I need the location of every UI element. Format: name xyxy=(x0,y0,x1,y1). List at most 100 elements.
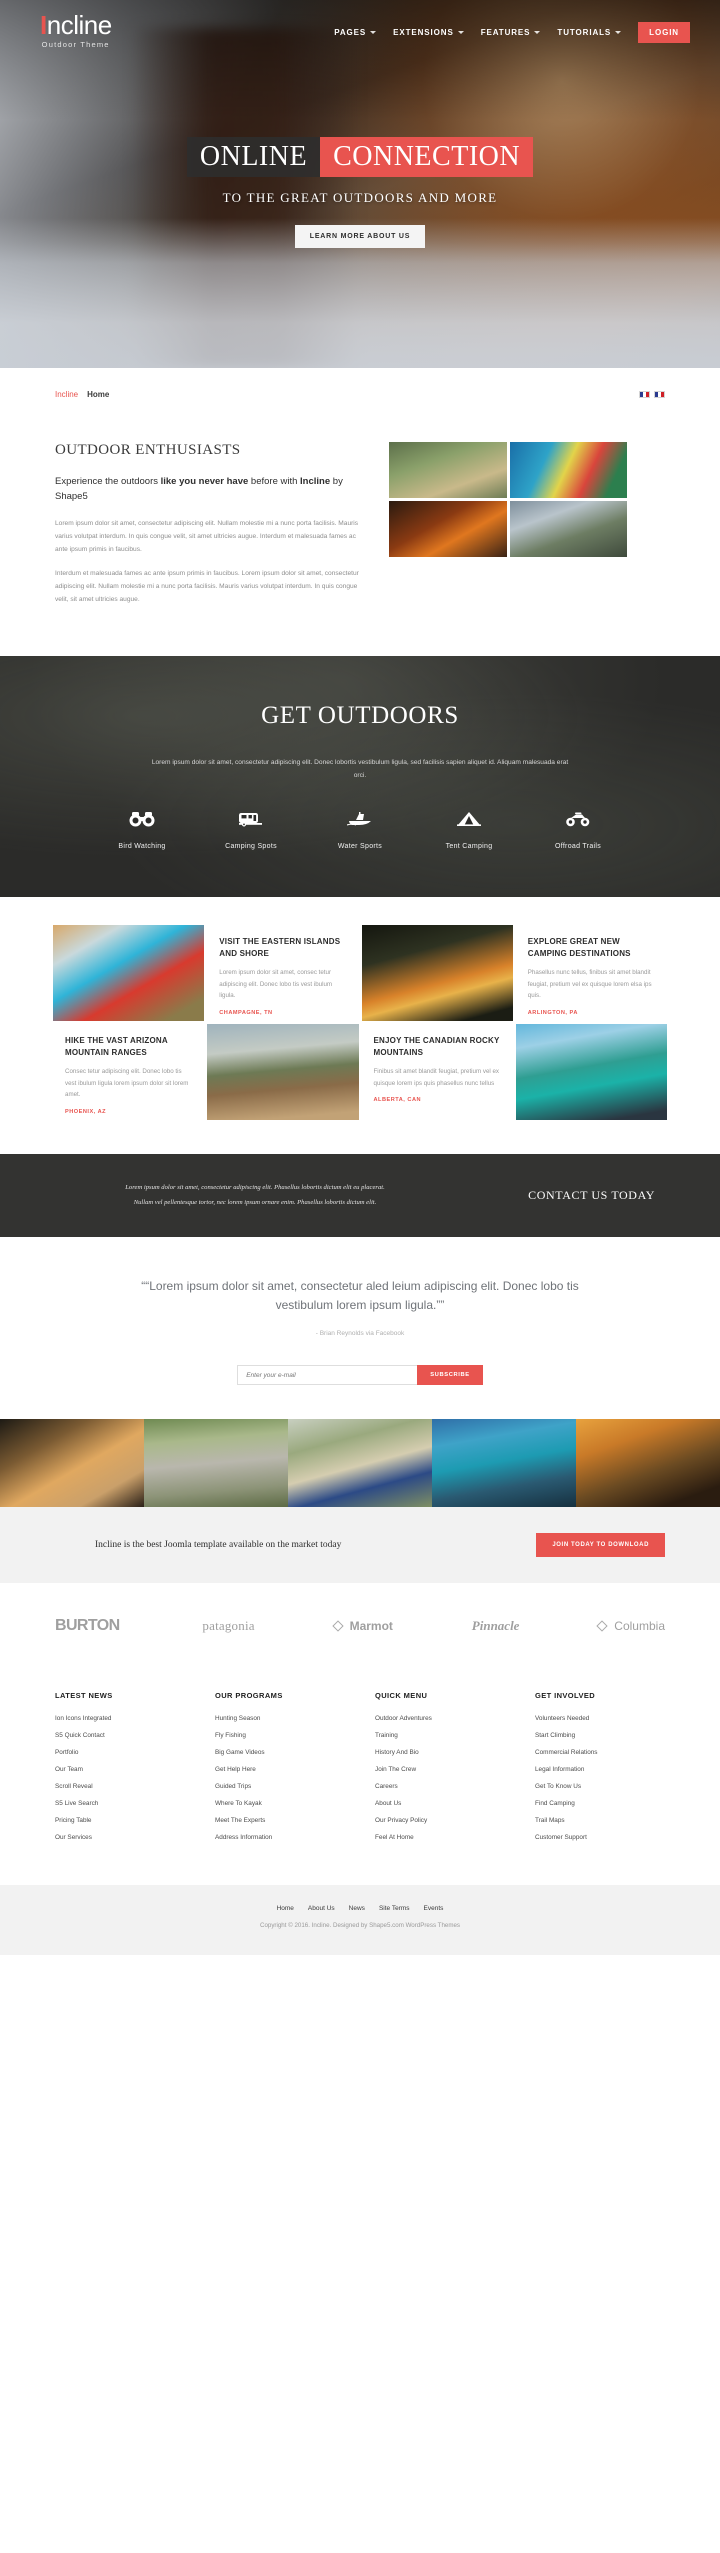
flag-uk-icon[interactable] xyxy=(639,390,650,398)
footer-link[interactable]: Where To Kayak xyxy=(215,1800,345,1807)
footer-link[interactable]: Ion Icons Integrated xyxy=(55,1715,185,1722)
bottom-link-home[interactable]: Home xyxy=(277,1905,294,1912)
login-button[interactable]: LOGIN xyxy=(638,22,690,43)
hero-headline-part-two: CONNECTION xyxy=(320,136,534,177)
footer-column-title: OUR PROGRAMS xyxy=(215,1691,283,1701)
bottom-link-about-us[interactable]: About Us xyxy=(308,1905,335,1912)
destination-card-eastern-islands[interactable]: VISIT THE EASTERN ISLANDS AND SHORE Lore… xyxy=(207,925,359,1022)
footer-link[interactable]: Portfolio xyxy=(55,1749,185,1756)
bottom-link-site-terms[interactable]: Site Terms xyxy=(379,1905,410,1912)
card-location: PHOENIX, AZ xyxy=(65,1108,107,1115)
hero-subtitle: TO THE GREAT OUTDOORS AND MORE xyxy=(222,189,498,205)
brand-label: Pinnacle xyxy=(471,1618,520,1634)
page-root: Incline Outdoor Theme PAGES EXTENSIONS F… xyxy=(0,0,720,1956)
footer-link[interactable]: Scroll Reveal xyxy=(55,1783,185,1790)
gallery-image-sunset-hiker[interactable] xyxy=(576,1419,720,1508)
feature-label: Water Sports xyxy=(337,843,383,851)
chevron-down-icon xyxy=(457,31,464,34)
feature-tent-camping[interactable]: Tent Camping xyxy=(430,811,508,853)
footer-link[interactable]: Find Camping xyxy=(535,1800,665,1807)
feature-offroad-trails[interactable]: Offroad Trails xyxy=(539,811,617,853)
enthusiasts-photo-column xyxy=(389,442,665,618)
footer-link[interactable]: Address Information xyxy=(215,1834,345,1841)
footer-link[interactable]: Fly Fishing xyxy=(215,1732,345,1739)
card-body: Consec tetur adipiscing elit. Donec lobo… xyxy=(65,1068,189,1099)
footer-link[interactable]: S5 Live Search xyxy=(55,1800,185,1807)
nav-item-extensions[interactable]: EXTENSIONS xyxy=(393,28,464,37)
feature-label: Camping Spots xyxy=(225,843,277,851)
gallery-image-hikers[interactable] xyxy=(288,1419,432,1508)
brand-label: Columbia xyxy=(614,1619,665,1634)
gallery-image-boardwalk[interactable] xyxy=(144,1419,288,1508)
brand-marmot: Marmot xyxy=(331,1619,393,1633)
contact-band-line-2: Nullam vel pellentesque tortor, nec lore… xyxy=(133,1199,377,1207)
get-outdoors-subtext: Lorem ipsum dolor sit amet, consectetur … xyxy=(151,758,569,780)
tent-icon xyxy=(457,812,481,827)
footer-link[interactable]: Hunting Season xyxy=(215,1715,345,1722)
download-cta-band: Incline is the best Joomla template avai… xyxy=(0,1507,720,1584)
feature-camping-spots[interactable]: Camping Spots xyxy=(212,811,290,853)
gallery-image-fisherman[interactable] xyxy=(0,1419,144,1508)
footer-link[interactable]: Get To Know Us xyxy=(535,1783,665,1790)
footer-link[interactable]: Get Help Here xyxy=(215,1766,345,1773)
footer-link[interactable]: About Us xyxy=(375,1800,505,1807)
nav-item-pages[interactable]: PAGES xyxy=(334,28,377,37)
footer-link[interactable]: S5 Quick Contact xyxy=(55,1732,185,1739)
bottom-link-events[interactable]: Events xyxy=(424,1905,444,1912)
footer-link[interactable]: Big Game Videos xyxy=(215,1749,345,1756)
lead-segment-b: like you never have xyxy=(160,476,249,487)
footer-link[interactable]: Start Climbing xyxy=(535,1732,665,1739)
join-today-button[interactable]: JOIN TODAY TO DOWNLOAD xyxy=(536,1533,665,1558)
footer-link[interactable]: Meet The Experts xyxy=(215,1817,345,1824)
bottom-navigation: Home About Us News Site Terms Events xyxy=(0,1905,720,1912)
footer-link[interactable]: Trail Maps xyxy=(535,1817,665,1824)
bottom-link-news[interactable]: News xyxy=(349,1905,365,1912)
enthusiasts-lead: Experience the outdoors like you never h… xyxy=(55,475,367,504)
footer-link[interactable]: Guided Trips xyxy=(215,1783,345,1790)
contact-band-line-1: Lorem ipsum dolor sit amet, consectetur … xyxy=(125,1184,385,1192)
nav-item-tutorials[interactable]: TUTORIALS xyxy=(557,28,622,37)
destination-card-arizona-mountains[interactable]: HIKE THE VAST ARIZONA MOUNTAIN RANGES Co… xyxy=(53,1024,205,1121)
footer-link[interactable]: Training xyxy=(375,1732,505,1739)
email-field[interactable] xyxy=(237,1365,418,1386)
footer-link[interactable]: Our Team xyxy=(55,1766,185,1773)
brand-patagonia: patagonia xyxy=(202,1618,254,1634)
footer-link[interactable]: Careers xyxy=(375,1783,505,1790)
enthusiasts-paragraph-1: Lorem ipsum dolor sit amet, consectetur … xyxy=(55,520,359,554)
flag-france-icon[interactable] xyxy=(654,390,665,398)
testimonial-quote: “Lorem ipsum dolor sit amet, consectetur… xyxy=(145,1278,579,1313)
contact-us-today-link[interactable]: CONTACT US TODAY xyxy=(528,1188,665,1203)
subscribe-button[interactable]: SUBSCRIBE xyxy=(417,1365,483,1386)
footer-link[interactable]: Join The Crew xyxy=(375,1766,505,1773)
footer-link[interactable]: Customer Support xyxy=(535,1834,665,1841)
feature-icon-row: Bird Watching Camping Spots Water Sports… xyxy=(55,811,665,853)
footer-link[interactable]: Our Services xyxy=(55,1834,185,1841)
bottom-bar: Home About Us News Site Terms Events Cop… xyxy=(0,1885,720,1956)
footer-link[interactable]: Legal Information xyxy=(535,1766,665,1773)
destination-card-canadian-rockies[interactable]: ENJOY THE CANADIAN ROCKY MOUNTAINS Finib… xyxy=(361,1024,513,1121)
enthusiasts-text-column: OUTDOOR ENTHUSIASTS Experience the outdo… xyxy=(55,442,367,618)
footer-link[interactable]: Volunteers Needed xyxy=(535,1715,665,1722)
get-outdoors-section: GET OUTDOORS Lorem ipsum dolor sit amet,… xyxy=(0,655,720,898)
destination-card-camping-destinations[interactable]: EXPLORE GREAT NEW CAMPING DESTINATIONS P… xyxy=(515,925,667,1022)
hero-cta-button[interactable]: LEARN MORE ABOUT US xyxy=(294,224,426,248)
footer-link[interactable]: Our Privacy Policy xyxy=(375,1817,505,1824)
footer-link[interactable]: Feel At Home xyxy=(375,1834,505,1841)
footer-link[interactable]: Outdoor Adventures xyxy=(375,1715,505,1722)
logo-text: ncline xyxy=(46,10,112,40)
footer-link[interactable]: Commercial Relations xyxy=(535,1749,665,1756)
camper-trailer-icon xyxy=(239,813,262,827)
logo-wordmark: Incline xyxy=(40,12,112,38)
footer-link[interactable]: History And Bio xyxy=(375,1749,505,1756)
lead-segment-d: Incline xyxy=(300,476,331,487)
breadcrumb-site-link[interactable]: Incline xyxy=(55,390,78,399)
site-logo[interactable]: Incline Outdoor Theme xyxy=(40,12,112,49)
footer-link[interactable]: Pricing Table xyxy=(55,1817,185,1824)
nav-label: FEATURES xyxy=(480,28,531,37)
feature-bird-watching[interactable]: Bird Watching xyxy=(103,811,181,853)
nav-item-features[interactable]: FEATURES xyxy=(481,28,541,37)
lead-segment-c: before with xyxy=(248,476,301,487)
outdoor-enthusiasts-section: OUTDOOR ENTHUSIASTS Experience the outdo… xyxy=(0,420,720,656)
gallery-image-lake[interactable] xyxy=(432,1419,576,1508)
feature-water-sports[interactable]: Water Sports xyxy=(321,811,399,853)
